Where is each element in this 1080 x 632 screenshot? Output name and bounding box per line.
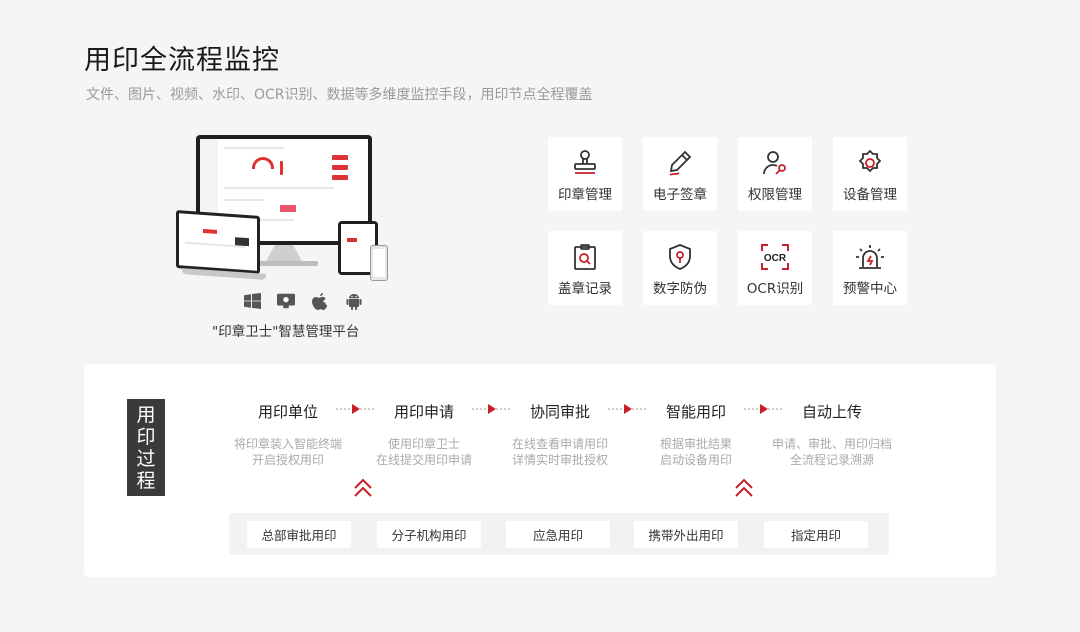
process-step-desc: 申请、审批、用印归档 全流程记录溯源 (771, 437, 892, 467)
feature-label: 印章管理 (558, 187, 612, 203)
process-step-desc: 使用印章卫士 在线提交用印申请 (375, 437, 472, 467)
feature-label: 权限管理 (748, 187, 802, 203)
apple-icon (311, 292, 329, 310)
feature-label: OCR识别 (746, 281, 804, 297)
process-step-desc: 将印章装入智能终端 开启授权用印 (233, 437, 342, 467)
feature-label: 数字防伪 (653, 281, 707, 297)
feature-e-signature[interactable]: 电子签章 (643, 137, 717, 211)
feature-label: 电子签章 (653, 187, 707, 203)
step-arrow-icon (472, 404, 512, 414)
stamp-icon (574, 150, 596, 174)
option-carry-out-use[interactable]: 携带外出用印 (634, 521, 738, 548)
shield-icon (669, 244, 691, 270)
option-branch-use[interactable]: 分子机构用印 (377, 521, 481, 548)
feature-label: 设备管理 (843, 187, 897, 203)
alarm-icon (856, 245, 884, 269)
feature-stamp-records[interactable]: 盖章记录 (548, 231, 622, 305)
option-designated-use[interactable]: 指定用印 (764, 521, 868, 548)
step-arrow-icon (744, 404, 784, 414)
page-title: 用印全流程监控 (84, 45, 280, 76)
option-emergency-use[interactable]: 应急用印 (506, 521, 610, 548)
step-arrow-icon (608, 404, 648, 414)
ocr-scan-icon: OCR (761, 244, 789, 270)
laptop-image (176, 210, 260, 274)
step-arrow-icon (336, 404, 376, 414)
os-icons (243, 292, 363, 310)
process-vertical-label: 用 印 过 程 (127, 399, 165, 496)
usage-options: 总部审批用印 分子机构用印 应急用印 携带外出用印 指定用印 (229, 513, 889, 555)
clipboard-search-icon (574, 244, 596, 270)
feature-digital-anticounterfeit[interactable]: 数字防伪 (643, 231, 717, 305)
page-subtitle: 文件、图片、视频、水印、OCR识别、数据等多维度监控手段，用印节点全程覆盖 (86, 87, 593, 103)
platform-label: "印章卫士"智慧管理平台 (212, 324, 360, 340)
feature-alert-center[interactable]: 预警中心 (833, 231, 907, 305)
mac-finder-icon (277, 293, 295, 309)
phone-image (370, 245, 388, 281)
option-hq-approval[interactable]: 总部审批用印 (247, 521, 351, 548)
android-icon (345, 293, 363, 310)
process-step-desc: 在线查看申请用印 详情实时审批授权 (511, 437, 608, 467)
user-key-icon (763, 151, 786, 175)
feature-permission-management[interactable]: 权限管理 (738, 137, 812, 211)
feature-device-management[interactable]: 设备管理 (833, 137, 907, 211)
feature-label: 盖章记录 (558, 281, 612, 297)
gear-icon (858, 149, 882, 173)
double-chevron-up-icon (735, 478, 753, 497)
feature-label: 预警中心 (843, 281, 897, 297)
svg-text:OCR: OCR (764, 253, 787, 264)
pen-icon (669, 150, 692, 176)
devices-illustration (176, 135, 388, 285)
process-card: 用 印 过 程 用印单位 用印申请 协同审批 智能用印 自动上传 将印章装入智能… (84, 364, 996, 577)
process-step-desc: 根据审批结果 启动设备用印 (659, 437, 732, 467)
feature-seal-management[interactable]: 印章管理 (548, 137, 622, 211)
double-chevron-up-icon (354, 478, 372, 497)
feature-ocr-recognition[interactable]: OCR OCR识别 (738, 231, 812, 305)
windows-icon (243, 293, 261, 309)
